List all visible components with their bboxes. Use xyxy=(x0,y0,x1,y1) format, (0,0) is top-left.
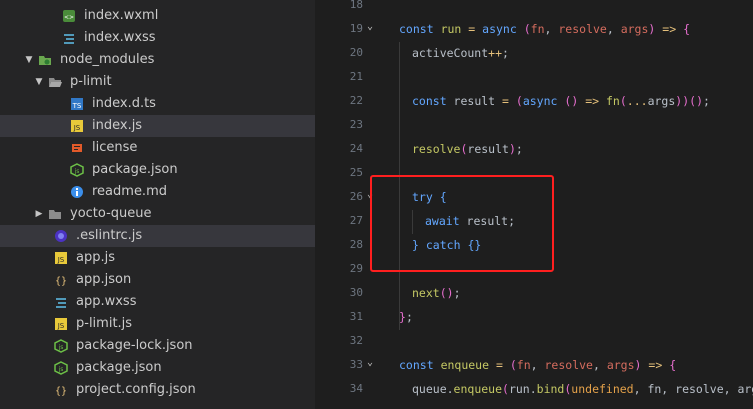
ts-icon: TS xyxy=(70,97,84,111)
svg-text:js: js xyxy=(58,344,64,351)
line-number: 25 xyxy=(349,166,363,179)
node-icon: js xyxy=(54,339,68,353)
line-number: 24 xyxy=(349,142,363,155)
line-number: 20 xyxy=(349,46,363,59)
js-icon: JS xyxy=(54,317,68,331)
line-number: 27 xyxy=(349,214,363,227)
css-icon xyxy=(54,295,68,309)
css-icon xyxy=(62,31,76,45)
explorer-item-label: .eslintrc.js xyxy=(76,228,143,243)
line-number: 34 xyxy=(349,382,363,395)
explorer-item[interactable]: ▼ p-limit xyxy=(0,71,315,93)
folder-icon xyxy=(48,207,62,221)
code-line[interactable]: next(); xyxy=(412,286,461,300)
line-number: 29 xyxy=(349,262,363,275)
explorer-item[interactable]: JS p-limit.js xyxy=(0,313,315,335)
code-line[interactable]: resolve(result); xyxy=(412,142,523,156)
line-number: 26 xyxy=(349,190,363,203)
wxml-icon: <> xyxy=(62,9,76,23)
explorer-item-label: index.wxss xyxy=(84,30,156,45)
svg-text:{}: {} xyxy=(55,386,67,397)
code-line[interactable]: activeCount++; xyxy=(412,46,509,60)
explorer-item-label: package.json xyxy=(92,162,178,177)
svg-text:JS: JS xyxy=(57,256,65,264)
explorer-item-label: node_modules xyxy=(60,52,155,67)
code-line[interactable]: const enqueue = (fn, resolve, args) => { xyxy=(399,358,676,372)
explorer-item[interactable]: app.wxss xyxy=(0,291,315,313)
annotation-highlight-box xyxy=(370,175,554,272)
explorer-item-label: yocto-queue xyxy=(70,206,152,221)
svg-text:JS: JS xyxy=(73,124,81,132)
js-icon: JS xyxy=(70,119,84,133)
line-number: 19 xyxy=(349,22,363,35)
svg-text:JS: JS xyxy=(57,322,65,330)
license-icon xyxy=(70,141,84,155)
code-line[interactable]: const run = async (fn, resolve, args) =>… xyxy=(399,22,690,36)
chevron-down-icon[interactable]: ▼ xyxy=(34,71,44,93)
explorer-item-label: app.wxss xyxy=(76,294,137,309)
explorer-item[interactable]: <> index.wxml xyxy=(0,5,315,27)
explorer-item[interactable]: js package.json xyxy=(0,357,315,379)
folder-green-icon xyxy=(38,53,52,67)
fold-chevron-icon[interactable]: ⌄ xyxy=(367,21,373,32)
explorer-item-label: app.js xyxy=(76,250,115,265)
explorer-item-label: license xyxy=(92,140,138,155)
eslint-icon xyxy=(54,229,68,243)
explorer-item-label: readme.md xyxy=(92,184,167,199)
explorer-item-label: index.js xyxy=(92,118,143,133)
explorer-item[interactable]: .eslintrc.js xyxy=(0,225,315,247)
json-icon: {} xyxy=(54,383,68,397)
info-icon xyxy=(70,185,84,199)
explorer-item-label: p-limit.js xyxy=(76,316,133,331)
svg-text:<>: <> xyxy=(64,14,74,21)
line-number: 33 xyxy=(349,358,363,371)
svg-text:TS: TS xyxy=(72,102,82,110)
json-icon: {} xyxy=(54,273,68,287)
explorer-item[interactable]: license xyxy=(0,137,315,159)
line-number: 31 xyxy=(349,310,363,323)
line-number: 18 xyxy=(349,0,363,11)
js-icon: JS xyxy=(54,251,68,265)
fold-chevron-icon[interactable]: ⌄ xyxy=(367,357,373,368)
explorer-item[interactable]: js package-lock.json xyxy=(0,335,315,357)
explorer-item-label: project.config.json xyxy=(76,382,196,397)
code-line[interactable]: queue.enqueue(run.bind(undefined, fn, re… xyxy=(412,382,753,396)
explorer-item[interactable]: ▶ yocto-queue xyxy=(0,203,315,225)
explorer-item[interactable]: TS index.d.ts xyxy=(0,93,315,115)
chevron-right-icon[interactable]: ▶ xyxy=(34,203,44,225)
explorer-item-label: package.json xyxy=(76,360,162,375)
explorer-item-label: package-lock.json xyxy=(76,338,193,353)
code-line[interactable]: const result = (async () => fn(...args))… xyxy=(412,94,710,108)
explorer-item-label: p-limit xyxy=(70,74,112,89)
explorer-item[interactable]: JS app.js xyxy=(0,247,315,269)
explorer-item[interactable]: index.wxss xyxy=(0,27,315,49)
explorer-item[interactable]: JS index.js xyxy=(0,115,315,137)
explorer-item-label: index.wxml xyxy=(84,8,159,23)
explorer-item[interactable]: js package.json xyxy=(0,159,315,181)
chevron-down-icon[interactable]: ▼ xyxy=(24,49,34,71)
explorer-item-label: index.d.ts xyxy=(92,96,156,111)
line-number: 28 xyxy=(349,238,363,251)
line-number: 21 xyxy=(349,70,363,83)
svg-text:{}: {} xyxy=(55,276,67,287)
file-explorer: <> index.wxml index.wxss ▼ node_modules ▼ p-li… xyxy=(0,0,315,409)
explorer-item[interactable]: ▼ node_modules xyxy=(0,49,315,71)
node-icon: js xyxy=(70,163,84,177)
svg-text:js: js xyxy=(74,168,80,175)
line-number: 23 xyxy=(349,118,363,131)
explorer-item[interactable]: {} project.config.json xyxy=(0,379,315,401)
explorer-item[interactable]: {} app.json xyxy=(0,269,315,291)
code-line[interactable]: }; xyxy=(399,310,413,324)
line-number: 22 xyxy=(349,94,363,107)
node-icon: js xyxy=(54,361,68,375)
line-number: 30 xyxy=(349,286,363,299)
folder-open-icon xyxy=(48,75,62,89)
explorer-item[interactable]: readme.md xyxy=(0,181,315,203)
explorer-item-label: app.json xyxy=(76,272,132,287)
line-number: 32 xyxy=(349,334,363,347)
svg-text:js: js xyxy=(58,366,64,373)
